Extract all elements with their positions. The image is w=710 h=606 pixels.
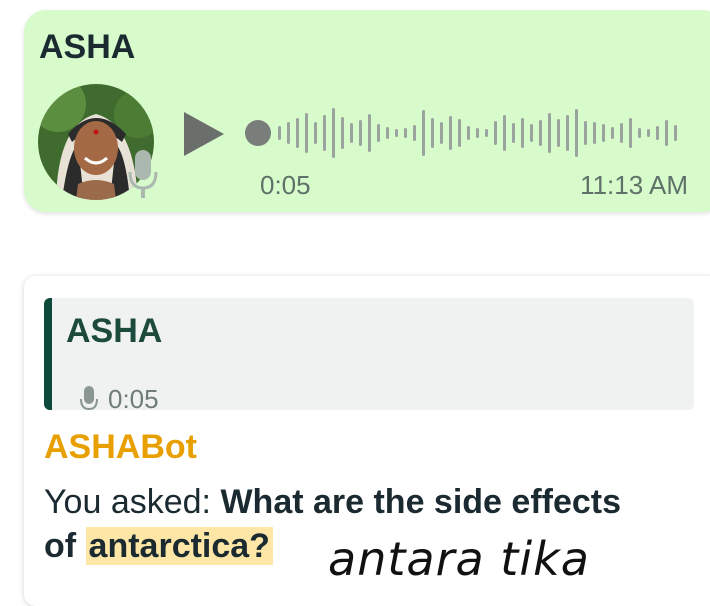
waveform-bar xyxy=(368,114,371,152)
waveform-bar xyxy=(413,125,416,141)
waveform-bar xyxy=(665,120,668,146)
waveform-bar xyxy=(521,118,524,148)
microphone-icon xyxy=(80,385,98,410)
waveform-bar xyxy=(620,123,623,143)
audio-waveform[interactable] xyxy=(242,92,688,172)
waveform-bar xyxy=(638,128,641,138)
waveform-bar xyxy=(332,108,335,158)
waveform-bar xyxy=(566,115,569,151)
waveform-bar xyxy=(593,122,596,144)
waveform-bar xyxy=(530,124,533,142)
handwritten-annotation: antara tika xyxy=(328,532,590,586)
playhead-knob xyxy=(245,120,271,146)
waveform-bar xyxy=(458,119,461,147)
waveform-bar xyxy=(512,123,515,143)
waveform-bar xyxy=(467,126,470,140)
waveform-bar xyxy=(602,124,605,142)
quoted-message[interactable]: ASHA 0:05 xyxy=(44,298,694,410)
waveform-bar xyxy=(485,129,488,137)
waveform-bar xyxy=(287,122,290,144)
waveform-bar xyxy=(395,129,398,137)
waveform-bar xyxy=(341,117,344,149)
waveform-bar xyxy=(296,118,299,148)
waveform-bar xyxy=(359,120,362,146)
voice-duration: 0:05 xyxy=(260,170,311,200)
quote-accent-bar xyxy=(44,298,52,410)
waveform-bar xyxy=(431,118,434,148)
waveform-bar xyxy=(314,122,317,144)
you-asked-prefix: You asked: xyxy=(44,483,221,521)
waveform-bar xyxy=(674,125,677,141)
quoted-sender: ASHA xyxy=(66,312,163,350)
quoted-meta: 0:05 xyxy=(80,384,159,410)
waveform-bar xyxy=(440,122,443,144)
sender-name: ASHA xyxy=(39,28,136,66)
waveform-bar xyxy=(557,119,560,147)
waveform-bar xyxy=(494,121,497,145)
waveform-bar xyxy=(503,115,506,151)
waveform-bar xyxy=(404,128,407,138)
waveform-bar xyxy=(476,128,479,138)
highlighted-term: antarctica? xyxy=(85,527,273,565)
waveform-bar xyxy=(386,127,389,139)
microphone-icon xyxy=(128,150,158,198)
quoted-duration: 0:05 xyxy=(108,384,159,410)
play-icon[interactable] xyxy=(182,110,226,158)
message-time: 11:13 AM xyxy=(580,170,688,200)
waveform-bar xyxy=(422,110,425,156)
waveform-bar xyxy=(539,120,542,146)
bot-name: ASHABot xyxy=(44,428,197,466)
question-of: of xyxy=(44,527,77,565)
waveform-bar xyxy=(305,113,308,153)
waveform-bar xyxy=(647,129,650,137)
waveform-bar xyxy=(449,116,452,150)
waveform-bar xyxy=(377,124,380,142)
waveform-bar xyxy=(611,127,614,139)
waveform-bar xyxy=(656,126,659,140)
voice-message-bubble: ASHA 0:05 11:13 AM xyxy=(24,10,710,212)
waveform-bar xyxy=(548,113,551,153)
waveform-bar xyxy=(350,123,353,143)
waveform-bar xyxy=(278,126,281,140)
waveform-bar xyxy=(575,109,578,157)
waveform-bar xyxy=(629,118,632,148)
waveform-bar xyxy=(584,121,587,145)
waveform-bar xyxy=(323,115,326,151)
question-main: What are the side effects xyxy=(220,483,622,521)
